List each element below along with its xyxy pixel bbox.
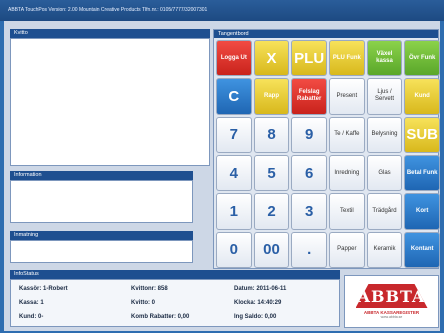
key-rapp[interactable]: Rapp (253, 78, 290, 115)
company-logo: ABBTA ABBTA KASSAREGISTER www.abbta.se (344, 275, 439, 328)
key-te-kaffe[interactable]: Te / Kaffe (329, 116, 365, 153)
key-plu-funk[interactable]: PLU Funk (329, 40, 365, 77)
key-trädgård[interactable]: Trädgård (366, 193, 403, 230)
key-sub[interactable]: SUB (404, 116, 440, 153)
status-field: Komb Rabatter: 0,00 (131, 314, 190, 320)
status-field: Kvitto: 0 (131, 300, 155, 306)
status-field: Datum: 2011-06-11 (234, 286, 287, 292)
key-4[interactable]: 4 (216, 154, 252, 192)
status-field: Klocka: 14:40:29 (234, 300, 282, 306)
key-8[interactable]: 8 (253, 116, 290, 153)
receipt-header: Kvitto (10, 29, 210, 38)
key-plu[interactable]: PLU (291, 40, 327, 77)
key-7[interactable]: 7 (216, 116, 252, 153)
keyboard-grid: Logga Ut X PLU PLU Funk Växel kassa Övr Funk C… (216, 40, 440, 268)
key-x[interactable]: X (253, 40, 290, 77)
key-0[interactable]: 0 (216, 231, 252, 268)
key-glas[interactable]: Glas (366, 154, 403, 192)
logo-url: www.abbta.se (380, 315, 403, 319)
keyboard-panel: Tangentbord Logga Ut X PLU PLU Funk Växel ka… (213, 29, 440, 269)
key-kund[interactable]: Kund (404, 78, 440, 115)
input-field[interactable] (10, 240, 193, 263)
receipt-list[interactable] (10, 38, 210, 166)
key-textil[interactable]: Textil (329, 193, 365, 230)
status-panel: InfoStatus Kassör: 1-Robert Kvittonr: 858… (10, 270, 340, 328)
key-1[interactable]: 1 (216, 193, 252, 230)
status-header: InfoStatus (10, 270, 340, 279)
key-ljus-servett[interactable]: Ljus / Servett (366, 78, 403, 115)
status-field: Kassör: 1-Robert (19, 286, 68, 292)
key-inredning[interactable]: Inredning (329, 154, 365, 192)
key-keramik[interactable]: Keramik (366, 231, 403, 268)
key-betal-funk[interactable]: Betal Funk (404, 154, 440, 192)
key-00[interactable]: 00 (253, 231, 290, 268)
status-field: Ing Saldo: 0,00 (234, 314, 277, 320)
key-9[interactable]: 9 (291, 116, 327, 153)
keyboard-header: Tangentbord (214, 30, 438, 38)
key-2[interactable]: 2 (253, 193, 290, 230)
key-belysning[interactable]: Belysning (366, 116, 403, 153)
receipt-panel: Kvitto (10, 29, 210, 166)
key-papper[interactable]: Papper (329, 231, 365, 268)
key-present[interactable]: Present (329, 78, 365, 115)
input-header: Inmatning (10, 231, 193, 240)
key-kontant[interactable]: Kontant (404, 231, 440, 268)
information-header: Information (10, 171, 193, 180)
key-6[interactable]: 6 (291, 154, 327, 192)
status-field: Kassa: 1 (19, 300, 44, 306)
key-3[interactable]: 3 (291, 193, 327, 230)
key-5[interactable]: 5 (253, 154, 290, 192)
window-title: ABBTA TouchPos Version: 2.00 Mountain Cr… (0, 0, 444, 21)
key-felslag-rabatter[interactable]: Felslag Rabatter (291, 78, 327, 115)
status-field: Kvittonr: 858 (131, 286, 168, 292)
key-övr-funk[interactable]: Övr Funk (404, 40, 440, 77)
information-panel: Information (10, 171, 193, 223)
key-dot[interactable]: . (291, 231, 327, 268)
key-c[interactable]: C (216, 78, 252, 115)
status-body: Kassör: 1-Robert Kvittonr: 858 Datum: 2011… (10, 279, 340, 327)
input-panel: Inmatning (10, 231, 193, 263)
information-body (10, 180, 193, 223)
key-växel-kassa[interactable]: Växel kassa (366, 40, 403, 77)
logo-mark: ABBTA (355, 284, 428, 308)
key-kort[interactable]: Kort (404, 193, 440, 230)
status-field: Kund: 0- (19, 314, 44, 320)
key-logga-ut[interactable]: Logga Ut (216, 40, 252, 77)
